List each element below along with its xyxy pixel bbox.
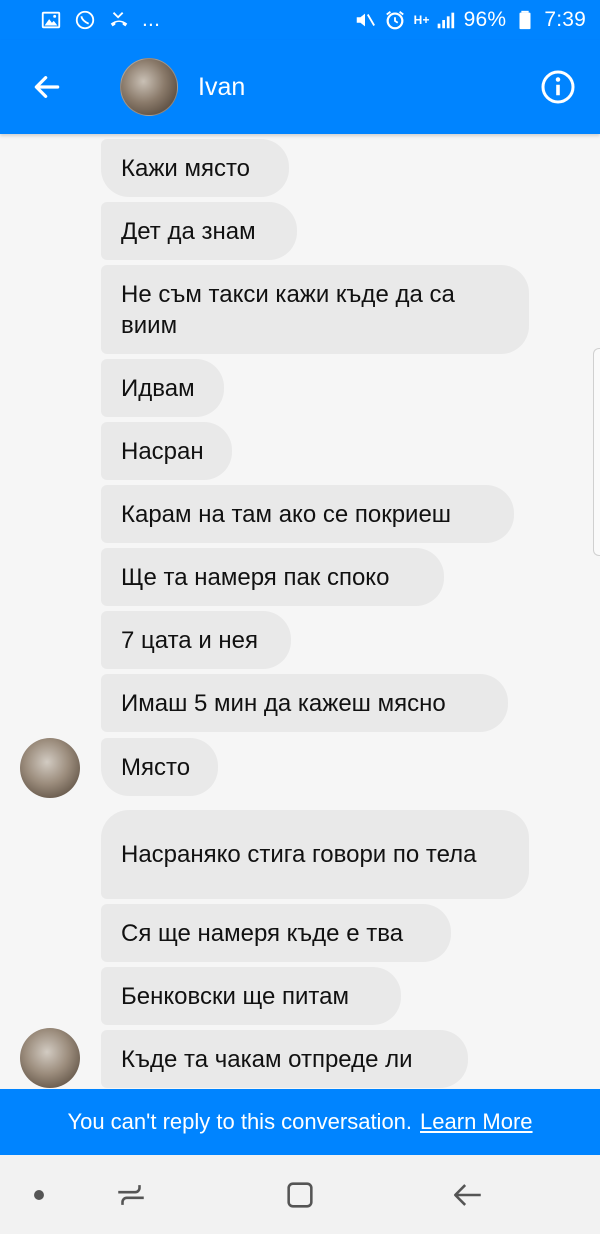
home-button[interactable]	[283, 1155, 317, 1234]
message-bubble[interactable]: Ще та намеря пак споко	[101, 548, 444, 606]
battery-icon	[514, 9, 536, 31]
back-button[interactable]	[19, 59, 75, 115]
back-nav-icon	[453, 1183, 481, 1206]
recent-apps-button[interactable]	[114, 1155, 148, 1234]
dot-icon	[34, 1189, 44, 1200]
clock: 7:39	[544, 8, 586, 31]
more-notifications: ...	[142, 8, 161, 31]
alarm-icon	[384, 9, 406, 31]
image-notification-icon	[40, 9, 62, 31]
message-bubble[interactable]: Ся ще намеря къде е тва	[101, 904, 451, 962]
status-bar: ... H+ 96% 7:39	[0, 0, 600, 40]
message-bubble[interactable]: Кажи място	[101, 139, 289, 197]
message-bubble[interactable]: Не съм такси кажи къде да са виим	[101, 265, 529, 354]
recent-apps-icon	[118, 1184, 144, 1205]
message-bubble[interactable]: Място	[101, 738, 218, 796]
sender-avatar[interactable]	[20, 1028, 80, 1088]
conversation-header: Ivan	[0, 40, 600, 134]
message-bubble[interactable]: 7 цата и нея	[101, 611, 291, 669]
arrow-left-icon	[34, 76, 60, 98]
nav-dot-button[interactable]	[22, 1155, 56, 1234]
home-icon	[287, 1181, 313, 1208]
network-type-label: H+	[413, 13, 430, 27]
system-navigation-bar	[0, 1155, 600, 1234]
info-icon	[541, 70, 575, 104]
back-nav-button[interactable]	[451, 1155, 485, 1234]
signal-icon	[434, 9, 456, 31]
missed-call-icon	[108, 9, 130, 31]
contact-avatar[interactable]	[120, 58, 178, 116]
sender-avatar[interactable]	[20, 738, 80, 798]
learn-more-link[interactable]: Learn More	[420, 1109, 533, 1135]
reply-disabled-text: You can't reply to this conversation.	[67, 1109, 413, 1134]
contact-name[interactable]: Ivan	[198, 73, 530, 102]
message-bubble[interactable]: Карам на там ако се покриеш	[101, 485, 514, 543]
battery-percentage: 96%	[463, 8, 507, 31]
message-bubble[interactable]: Насраняко стига говори по тела	[101, 810, 529, 899]
scroll-indicator[interactable]	[593, 348, 600, 556]
info-button[interactable]	[530, 59, 586, 115]
message-bubble[interactable]: Имаш 5 мин да кажеш мясно	[101, 674, 508, 732]
reply-disabled-banner: You can't reply to this conversation. Le…	[0, 1089, 600, 1155]
mute-icon	[354, 9, 376, 31]
message-bubble[interactable]: Насран	[101, 422, 232, 480]
message-list[interactable]: Кажи място Дет да знам Не съм такси кажи…	[0, 134, 600, 1089]
message-bubble[interactable]: Идвам	[101, 359, 224, 417]
whatsapp-notification-icon	[74, 9, 96, 31]
message-bubble[interactable]: Дет да знам	[101, 202, 297, 260]
message-bubble[interactable]: Бенковски ще питам	[101, 967, 401, 1025]
message-bubble[interactable]: Къде та чакам отпреде ли	[101, 1030, 468, 1088]
